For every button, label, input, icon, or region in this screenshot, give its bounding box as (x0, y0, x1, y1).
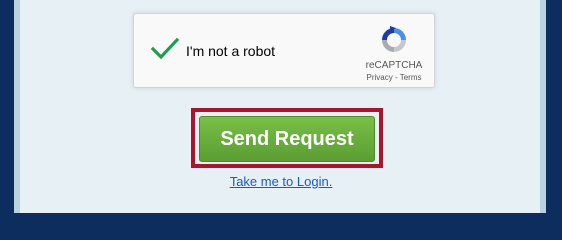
send-request-button[interactable]: Send Request (199, 116, 375, 162)
checkmark-icon[interactable] (150, 36, 180, 62)
recaptcha-brand: reCAPTCHA (365, 60, 423, 71)
recaptcha-widget: I'm not a robot reCAPTCHA Privacy - Term… (133, 13, 435, 88)
recaptcha-links: Privacy - Terms (354, 73, 434, 82)
privacy-link[interactable]: Privacy (367, 73, 393, 82)
links-separator: - (392, 73, 400, 82)
login-link-container: Take me to Login. (0, 174, 562, 189)
recaptcha-logo-icon (382, 26, 406, 52)
recaptcha-label: I'm not a robot (186, 43, 276, 59)
login-link[interactable]: Take me to Login. (230, 174, 333, 189)
terms-link[interactable]: Terms (400, 73, 422, 82)
